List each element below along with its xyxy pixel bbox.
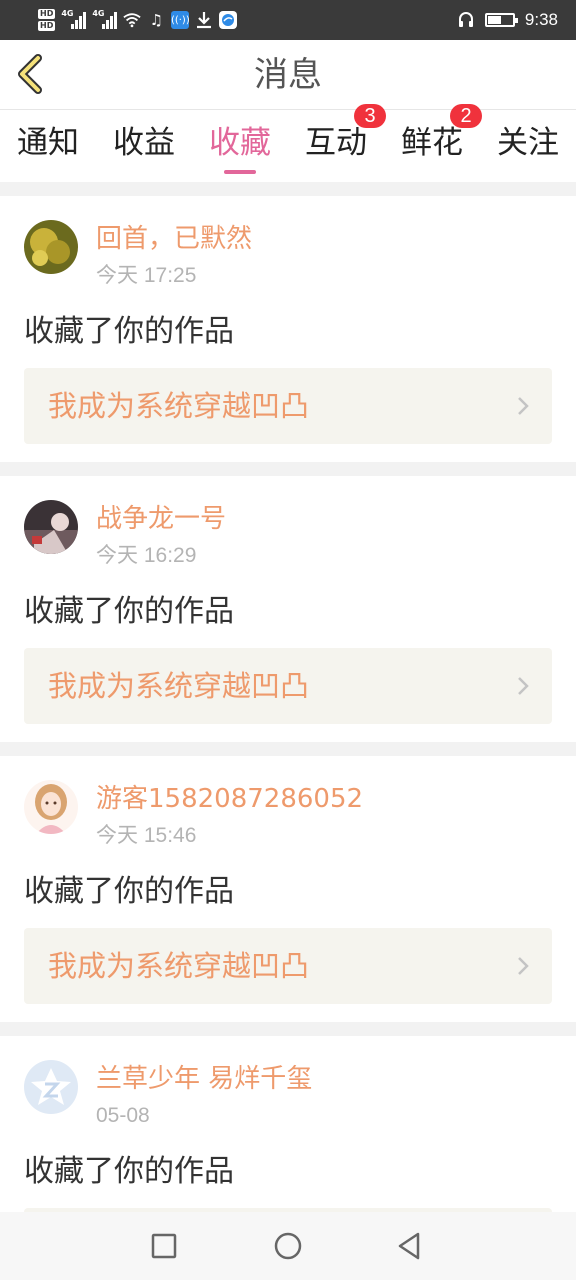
download-icon [195, 11, 213, 29]
avatar[interactable] [24, 500, 78, 554]
list-item: 游客1582087286052 今天 15:46 收藏了你的作品 我成为系统穿越… [0, 756, 576, 1022]
tab-income[interactable]: 收益 [96, 110, 192, 182]
app-header: 消息 [0, 40, 576, 110]
work-link[interactable]: 我成为系统穿越凹凸 [24, 928, 552, 1004]
work-link[interactable]: 我成为系统穿越凹凸 [24, 368, 552, 444]
tab-label: 关注 [497, 125, 559, 161]
tab-follow[interactable]: 关注 [480, 110, 576, 182]
status-left: HD HD 4G 4G ♫ ((·)) [38, 5, 238, 35]
page-title: 消息 [254, 55, 322, 95]
avatar-photo-2 [24, 500, 78, 554]
recent-apps-icon[interactable] [146, 1228, 182, 1264]
username[interactable]: 游客1582087286052 [96, 782, 363, 816]
action-text: 收藏了你的作品 [24, 594, 234, 629]
tab-notice[interactable]: 通知 [0, 110, 96, 182]
list-item: 回首，已默然 今天 17:25 收藏了你的作品 我成为系统穿越凹凸 [0, 196, 576, 462]
action-text: 收藏了你的作品 [24, 874, 234, 909]
hd-indicators: HD HD [38, 9, 56, 31]
timestamp: 今天 16:29 [96, 544, 197, 567]
active-tab-indicator [224, 170, 256, 174]
status-right: 9:38 [457, 5, 558, 35]
tab-flowers[interactable]: 鲜花 2 [384, 104, 482, 182]
tab-label: 互动 [305, 125, 367, 161]
signal-icon: 4G [61, 9, 87, 29]
unread-badge: 3 [354, 104, 386, 128]
tab-interaction[interactable]: 互动 3 [288, 104, 386, 182]
wifi-icon [123, 11, 141, 29]
avatar-photo-3 [24, 780, 78, 834]
work-link[interactable]: 我成为系统穿越凹凸 [24, 648, 552, 724]
hd-label-1: HD [38, 9, 56, 19]
network-label-2: 4G [92, 9, 105, 18]
avatar[interactable] [24, 780, 78, 834]
username[interactable]: 回首，已默然 [96, 222, 252, 256]
headset-icon [457, 11, 475, 29]
hd-label-2: HD [38, 21, 56, 31]
timestamp: 今天 17:25 [96, 264, 197, 287]
status-bar: HD HD 4G 4G ♫ ((·)) 9:38 [0, 0, 576, 40]
timestamp: 今天 15:46 [96, 824, 197, 847]
app-icon: ((·)) [171, 11, 190, 29]
chevron-right-icon [518, 677, 529, 695]
username[interactable]: 战争龙一号 [96, 502, 226, 536]
timestamp: 05-08 [96, 1104, 150, 1127]
list-item: 战争龙一号 今天 16:29 收藏了你的作品 我成为系统穿越凹凸 [0, 476, 576, 742]
avatar[interactable] [24, 1060, 78, 1114]
tab-bar: 通知 收益 收藏 互动 3 鲜花 2 关注 [0, 104, 576, 182]
username[interactable]: 兰草少年 易烊千玺 [96, 1062, 312, 1096]
tab-label: 鲜花 [401, 125, 463, 161]
work-title: 我成为系统穿越凹凸 [48, 389, 310, 423]
battery-icon [484, 13, 518, 27]
work-title: 我成为系统穿越凹凸 [48, 949, 310, 983]
network-label-1: 4G [61, 9, 74, 18]
back-nav-icon[interactable] [392, 1228, 428, 1264]
browser-icon [219, 11, 238, 29]
battery-fill [487, 16, 502, 24]
system-nav-bar [0, 1212, 576, 1280]
music-icon: ♫ [149, 11, 164, 29]
chevron-right-icon [518, 957, 529, 975]
tab-label: 收藏 [209, 125, 271, 161]
tab-label: 通知 [17, 125, 79, 161]
work-title: 我成为系统穿越凹凸 [48, 669, 310, 703]
avatar[interactable] [24, 220, 78, 274]
chevron-right-icon [518, 397, 529, 415]
action-text: 收藏了你的作品 [24, 1154, 234, 1189]
tab-label: 收益 [113, 125, 175, 161]
action-text: 收藏了你的作品 [24, 314, 234, 349]
signal-icon-2: 4G [92, 9, 118, 29]
avatar-default [24, 1060, 78, 1114]
avatar-photo-1 [24, 220, 78, 274]
home-icon[interactable] [270, 1228, 306, 1264]
tab-favorites[interactable]: 收藏 [192, 110, 288, 182]
clock: 9:38 [524, 10, 558, 29]
unread-badge: 2 [450, 104, 482, 128]
